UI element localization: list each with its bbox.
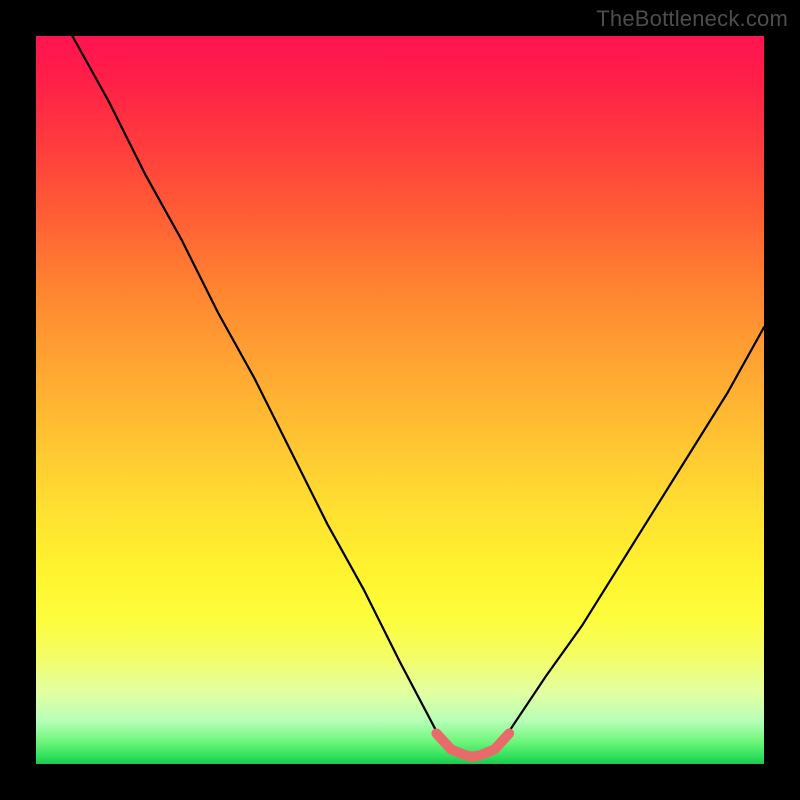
- watermark-text: TheBottleneck.com: [596, 6, 788, 32]
- plot-area: [36, 36, 764, 764]
- chart-frame: TheBottleneck.com: [0, 0, 800, 800]
- curve-overlay: [36, 36, 764, 764]
- bottleneck-curve-path: [72, 36, 764, 757]
- target-zone-path: [436, 733, 509, 756]
